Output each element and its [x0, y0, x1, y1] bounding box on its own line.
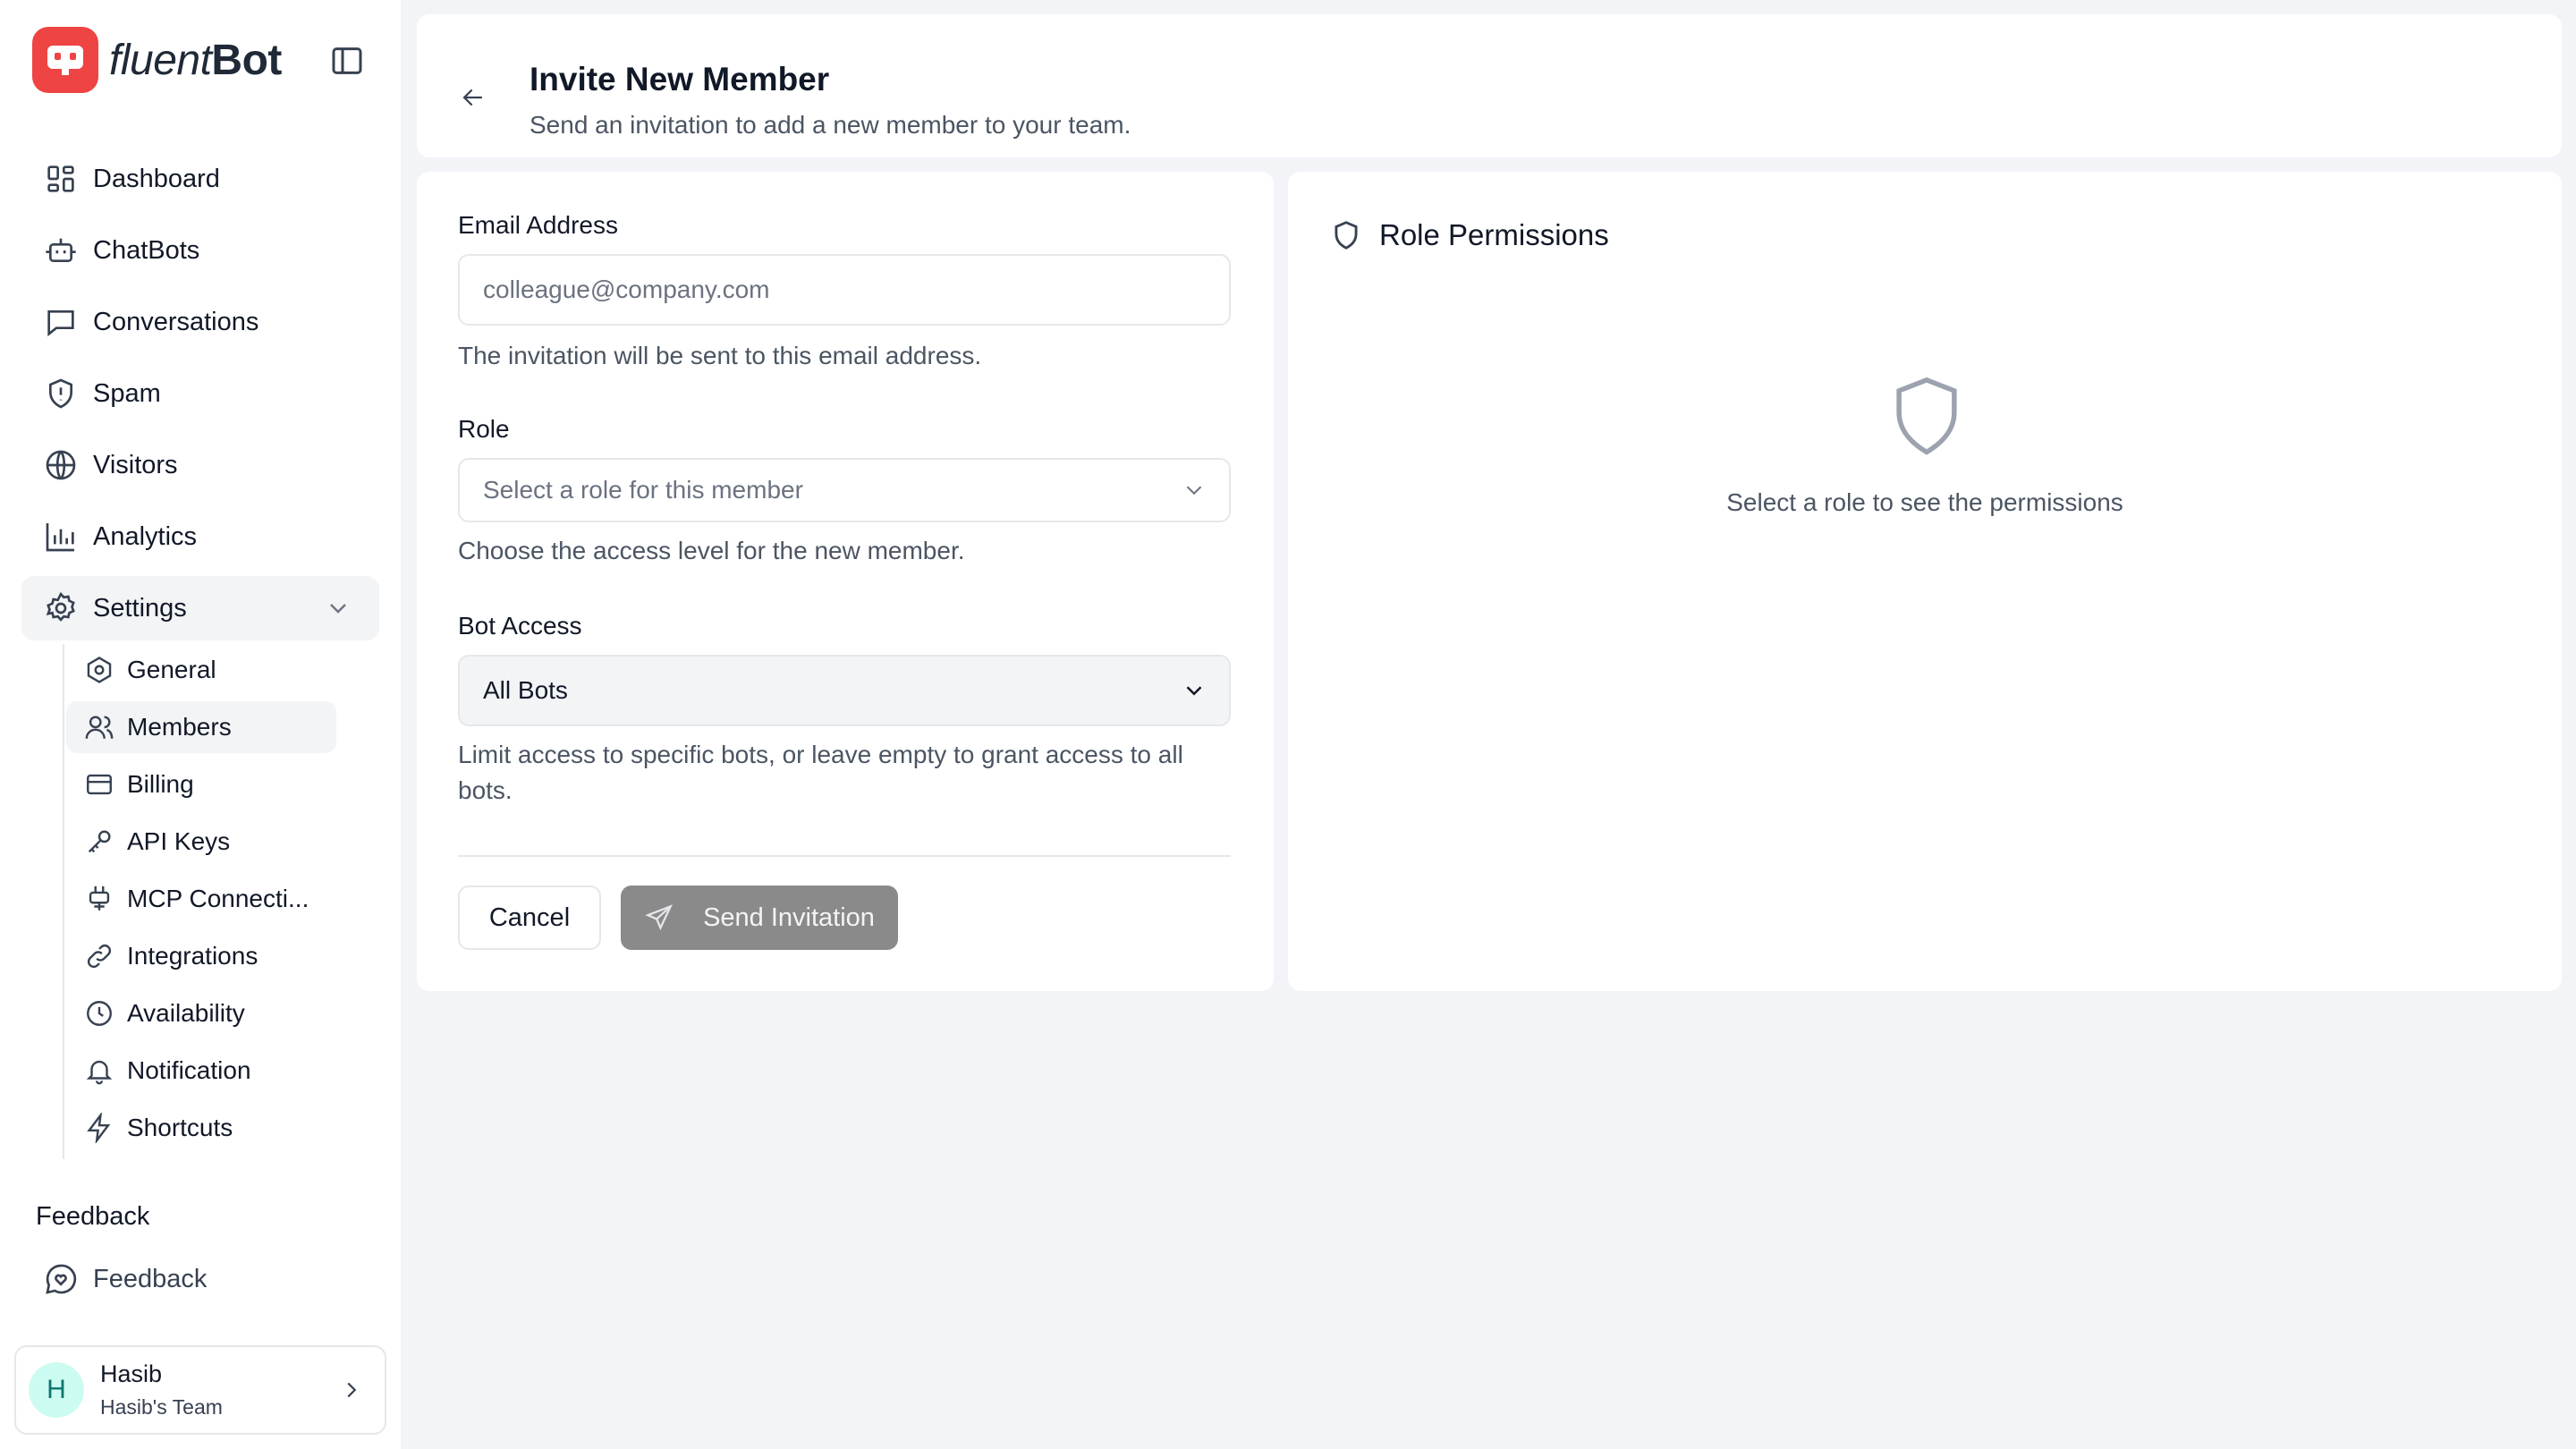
nav-item-conversations[interactable]: Conversations [21, 290, 379, 354]
brand-name: fluentBot [109, 36, 282, 85]
main-nav: Dashboard ChatBots Conversations Spam Vi… [21, 147, 379, 648]
sidebar-item-label: Members [127, 713, 232, 741]
link-icon [84, 941, 114, 971]
sidebar-item-shortcuts[interactable]: Shortcuts [66, 1102, 358, 1154]
bell-icon [84, 1055, 114, 1086]
nav-label: Spam [93, 378, 161, 408]
zap-icon [84, 1113, 114, 1143]
sidebar-item-label: MCP Connecti... [127, 885, 309, 912]
page-subtitle: Send an invitation to add a new member t… [530, 111, 1131, 139]
email-label: Email Address [458, 211, 618, 239]
sidebar-item-general[interactable]: General [66, 644, 358, 696]
nav-item-settings[interactable]: Settings [21, 576, 379, 640]
sidebar-item-label: Integrations [127, 942, 258, 970]
brand-name-bold: Bot [211, 36, 282, 84]
role-select-value: Select a role for this member [483, 476, 803, 504]
permissions-header: Role Permissions [1329, 218, 1609, 252]
bot-logo-icon [32, 27, 98, 93]
user-team: Hasib's Team [100, 1395, 223, 1419]
chevron-down-icon [1181, 477, 1208, 504]
key-icon [84, 826, 114, 857]
chevron-down-icon [1181, 677, 1208, 704]
permissions-title: Role Permissions [1379, 218, 1609, 251]
page-title: Invite New Member [530, 61, 830, 97]
sidebar: fluentBot Dashboard ChatBots Conversatio… [0, 0, 401, 1449]
nav-item-spam[interactable]: Spam [21, 361, 379, 426]
role-label: Role [458, 415, 510, 443]
bot-access-select[interactable]: All Bots [458, 655, 1231, 726]
bot-icon [43, 233, 79, 268]
page-header: Invite New Member Send an invitation to … [417, 14, 2562, 157]
sidebar-item-label: Availability [127, 999, 245, 1027]
nav-label: Settings [93, 593, 187, 623]
role-permissions-panel: Role Permissions Select a role to see th… [1288, 172, 2562, 991]
sidebar-item-api-keys[interactable]: API Keys [66, 816, 358, 868]
hexagon-icon [84, 655, 114, 685]
role-help: Choose the access level for the new memb… [458, 537, 965, 564]
bot-access-value: All Bots [483, 676, 568, 704]
sidebar-toggle-icon[interactable] [329, 43, 365, 79]
sidebar-item-label: Shortcuts [127, 1114, 233, 1141]
globe-icon [43, 447, 79, 483]
nav-item-visitors[interactable]: Visitors [21, 433, 379, 497]
invite-form: Email Address colleague@company.com The … [417, 172, 1274, 991]
sidebar-item-label: Feedback [93, 1264, 208, 1293]
arrow-left-icon[interactable] [458, 82, 488, 113]
clock-icon [84, 998, 114, 1029]
credit-card-icon [84, 769, 114, 800]
sidebar-item-members[interactable]: Members [66, 701, 336, 753]
avatar: H [29, 1362, 84, 1418]
shield-icon [1889, 374, 1964, 460]
sidebar-item-feedback[interactable]: Feedback [21, 1247, 379, 1311]
cancel-button[interactable]: Cancel [458, 886, 601, 950]
send-invitation-button[interactable]: Send Invitation [621, 886, 898, 950]
bot-access-help: Limit access to specific bots, or leave … [458, 741, 1183, 804]
nav-item-dashboard[interactable]: Dashboard [21, 147, 379, 211]
sidebar-item-billing[interactable]: Billing [66, 758, 358, 810]
nav-label: ChatBots [93, 235, 200, 265]
role-select[interactable]: Select a role for this member [458, 458, 1231, 522]
brand-name-light: fluent [109, 36, 212, 84]
shield-alert-icon [43, 376, 79, 411]
sidebar-item-label: API Keys [127, 827, 231, 855]
send-icon [644, 902, 674, 933]
sidebar-item-availability[interactable]: Availability [66, 987, 358, 1039]
bot-access-label: Bot Access [458, 612, 582, 640]
nav-label: Visitors [93, 450, 178, 479]
plug-icon [84, 884, 114, 914]
gear-icon [43, 590, 79, 626]
email-help: The invitation will be sent to this emai… [458, 342, 982, 369]
bar-chart-icon [43, 519, 79, 555]
form-divider [458, 855, 1231, 857]
brand-logo[interactable]: fluentBot [32, 27, 282, 93]
nav-label: Conversations [93, 307, 259, 336]
user-name: Hasib [100, 1360, 163, 1387]
dashboard-icon [43, 161, 79, 197]
chevron-right-icon [338, 1377, 365, 1403]
user-info: Hasib Hasib's Team [100, 1360, 223, 1419]
users-icon [84, 712, 114, 742]
shield-icon [1329, 218, 1363, 252]
sidebar-item-mcp-connections[interactable]: MCP Connecti... [66, 873, 358, 925]
permissions-empty-text: Select a role to see the permissions [1726, 488, 2123, 516]
sidebar-item-label: General [127, 656, 216, 683]
nav-item-analytics[interactable]: Analytics [21, 504, 379, 569]
nav-item-chatbots[interactable]: ChatBots [21, 218, 379, 283]
feedback-heading: Feedback [36, 1202, 150, 1231]
chevron-down-icon [324, 594, 352, 623]
message-heart-icon [43, 1261, 79, 1297]
send-invitation-label: Send Invitation [703, 902, 875, 932]
sidebar-item-label: Notification [127, 1056, 251, 1084]
message-icon [43, 304, 79, 340]
sidebar-item-integrations[interactable]: Integrations [66, 930, 358, 982]
nav-label: Analytics [93, 521, 198, 551]
email-field[interactable]: colleague@company.com [458, 254, 1231, 326]
sidebar-item-label: Billing [127, 770, 194, 798]
user-menu[interactable]: H Hasib Hasib's Team [14, 1345, 386, 1435]
sidebar-item-notification[interactable]: Notification [66, 1045, 358, 1097]
settings-subnav: General Members Billing API Keys MCP Con… [63, 644, 358, 1159]
nav-label: Dashboard [93, 164, 220, 193]
